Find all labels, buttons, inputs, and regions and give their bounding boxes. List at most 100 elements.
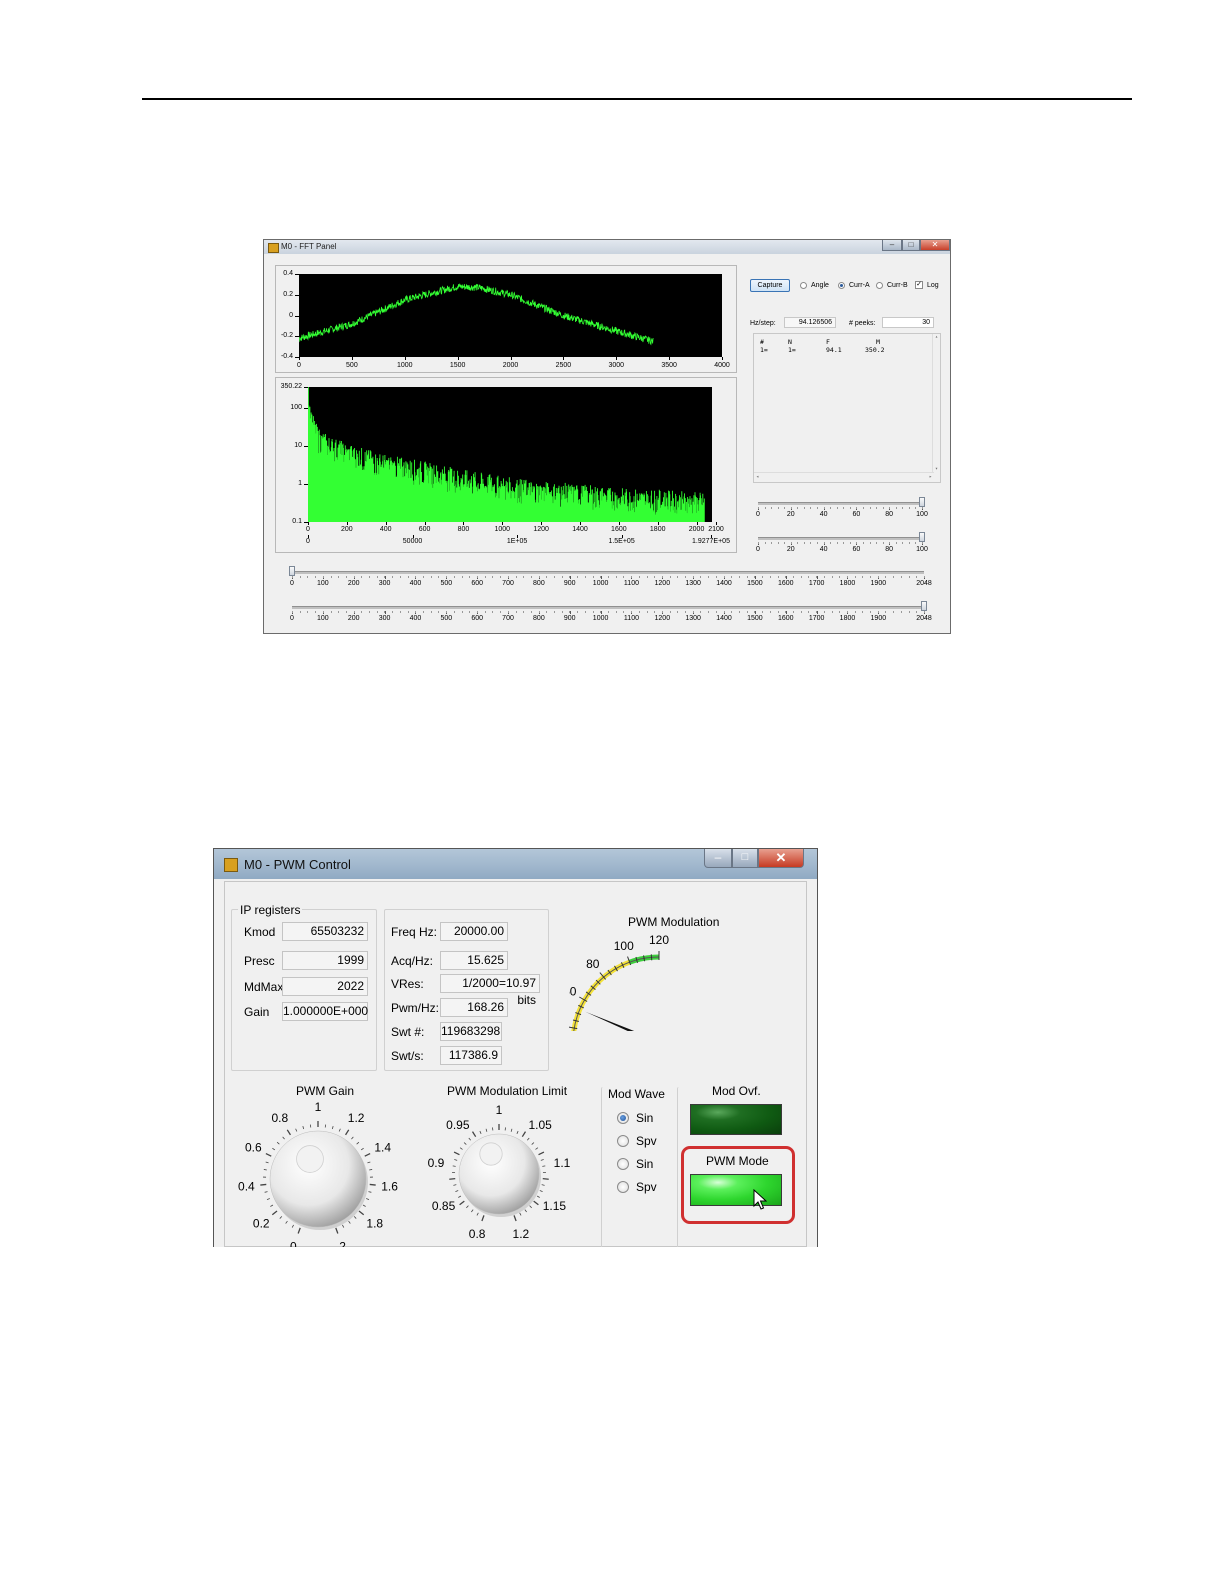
bottom-slider-2-track[interactable] <box>292 606 924 609</box>
knob-tick-mark <box>338 1128 341 1132</box>
bottom-slider-2-tick-label: 300 <box>378 615 391 622</box>
peaks-list[interactable]: # N F M 1= 1= 94.1 350.2 ▴ ▾ ◂ ▸ <box>753 333 941 483</box>
right-slider-2-minor-tick <box>797 542 799 544</box>
knob-tick-mark <box>348 1220 351 1224</box>
vertical-scrollbar[interactable]: ▴ ▾ <box>932 334 940 472</box>
bottom-slider-2-tick-label: 800 <box>533 615 545 622</box>
bottom-slider-1-tick-label: 900 <box>563 580 576 587</box>
spectrum-plot-area[interactable] <box>308 387 712 522</box>
radio-curr-a[interactable] <box>838 282 845 289</box>
bottom-slider-1-minor-tick <box>677 576 679 578</box>
x2-tick-label: 1.9277E+05 <box>692 538 730 545</box>
knob-tick-label: 1.2 <box>348 1111 365 1125</box>
knob-tick-label: 1.15 <box>543 1199 567 1213</box>
bottom-slider-1-tick-label: 800 <box>533 580 545 587</box>
bottom-slider-2-tick-label: 600 <box>471 615 483 622</box>
knob-tick-mark <box>369 1169 373 1171</box>
close-button[interactable]: ✕ <box>920 240 950 251</box>
bottom-slider-2-minor-tick <box>769 611 771 613</box>
knob-tick-mark <box>263 1169 267 1171</box>
maximize-button[interactable]: □ <box>902 240 920 251</box>
pwm-mode-button[interactable] <box>690 1174 782 1206</box>
right-slider-2-minor-tick <box>876 542 878 544</box>
horizontal-scrollbar[interactable]: ◂ ▸ <box>754 472 934 482</box>
right-slider-1-minor-tick <box>869 507 871 509</box>
radio-angle[interactable] <box>800 282 807 289</box>
right-slider-2-tick-label: 60 <box>852 546 861 553</box>
bottom-slider-2-minor-tick <box>685 611 687 613</box>
capture-button[interactable]: Capture <box>750 279 790 292</box>
bottom-slider-2-minor-tick <box>877 611 879 613</box>
minimize-button[interactable]: – <box>704 849 732 868</box>
pwm-modulation-limit-knob[interactable]: 0.8 0.85 0.9 0.95 1 1.05 1.1 1.15 1.2 <box>419 1099 599 1247</box>
bottom-slider-1-minor-tick <box>307 576 309 578</box>
x-tick-mark <box>457 357 459 360</box>
bottom-slider-2-minor-tick <box>307 611 309 613</box>
log-checkbox[interactable]: ✓ <box>915 281 923 289</box>
mod-wave-radio-2[interactable] <box>617 1135 629 1147</box>
bottom-slider-1-tick-label: 1300 <box>685 580 701 587</box>
bottom-slider-2-minor-tick <box>677 611 679 613</box>
bottom-slider-2-thumb[interactable] <box>921 601 927 611</box>
title-bar[interactable]: M0 - FFT Panel – □ ✕ <box>264 240 950 254</box>
gauge-tick-mark <box>650 954 653 961</box>
right-slider-2-minor-tick <box>830 542 832 544</box>
knob-tick-mark <box>266 1198 270 1200</box>
maximize-button[interactable]: □ <box>732 849 758 868</box>
bottom-slider-1-minor-tick <box>338 576 340 578</box>
knob-body[interactable] <box>269 1130 367 1228</box>
mod-wave-label-4: Spv <box>636 1180 657 1194</box>
right-slider-2-track[interactable] <box>758 537 922 540</box>
bottom-slider-2-minor-tick <box>908 611 910 613</box>
knob-tick-mark <box>291 1224 294 1228</box>
bottom-slider-1-minor-tick <box>415 576 417 578</box>
right-slider-1-tick-label: 60 <box>852 511 861 518</box>
right-slider-2-thumb[interactable] <box>919 532 925 542</box>
bottom-slider-2-tick-label: 1300 <box>685 615 701 622</box>
right-slider-1-track[interactable] <box>758 502 922 505</box>
bottom-slider-2-minor-tick <box>577 611 579 613</box>
bottom-slider-1-minor-tick <box>530 576 532 578</box>
gauge-tick-label: 120 <box>649 933 669 947</box>
right-slider-1-thumb[interactable] <box>919 497 925 507</box>
knob-tick-mark <box>342 1224 345 1228</box>
knob-tick-label: 1.8 <box>366 1216 383 1230</box>
time-plot-area[interactable] <box>299 274 722 357</box>
peeks-input[interactable]: 30 <box>882 317 934 328</box>
knob-tick-label: 0 <box>290 1240 297 1247</box>
mod-wave-radio-3[interactable] <box>617 1158 629 1170</box>
bottom-slider-2-minor-tick <box>715 611 717 613</box>
mod-wave-radio-1[interactable] <box>617 1112 629 1124</box>
mod-wave-radio-4[interactable] <box>617 1181 629 1193</box>
knob-tick-mark <box>455 1190 459 1192</box>
bottom-slider-2-tick-label: 0 <box>290 615 294 622</box>
bottom-slider-1-track[interactable] <box>292 571 924 574</box>
close-button[interactable]: ✕ <box>758 849 804 868</box>
bottom-slider-1-minor-tick <box>808 576 810 578</box>
bottom-slider-1-minor-tick <box>484 576 486 578</box>
bottom-slider-2-tick-label: 1000 <box>592 615 609 622</box>
bottom-slider-2-minor-tick <box>292 611 293 613</box>
bottom-slider-1-thumb[interactable] <box>289 566 295 576</box>
y-tick-label: 100 <box>290 403 302 411</box>
minimize-button[interactable]: – <box>882 240 902 251</box>
knob-tick-mark <box>466 1205 469 1209</box>
bottom-slider-1-minor-tick <box>584 576 586 578</box>
title-bar[interactable]: M0 - PWM Control – □ ✕ <box>214 849 817 879</box>
y-tick-label: 10 <box>294 441 302 449</box>
right-slider-2-minor-tick <box>810 542 812 544</box>
right-slider-1-minor-tick <box>895 507 897 509</box>
bottom-slider-1-minor-tick <box>924 576 925 578</box>
bottom-slider-1-tick-label: 400 <box>409 580 422 587</box>
bottom-slider-1-minor-tick <box>392 576 394 578</box>
knob-tick-mark <box>364 1152 371 1157</box>
pwm-gain-knob[interactable]: 0 0.2 0.4 0.6 0.8 1 1.2 1.4 1.6 1.8 2 <box>234 1099 434 1247</box>
bottom-slider-2-minor-tick <box>600 611 602 613</box>
knob-tick-mark <box>260 1183 267 1186</box>
bottom-slider-2-minor-tick <box>584 611 586 613</box>
radio-curr-b[interactable] <box>876 282 883 289</box>
right-slider-1-minor-tick <box>797 507 799 509</box>
x-tick-label: 1600 <box>611 526 627 533</box>
right-slider-1-minor-tick <box>843 507 845 509</box>
bottom-slider-1-minor-tick <box>438 576 440 578</box>
